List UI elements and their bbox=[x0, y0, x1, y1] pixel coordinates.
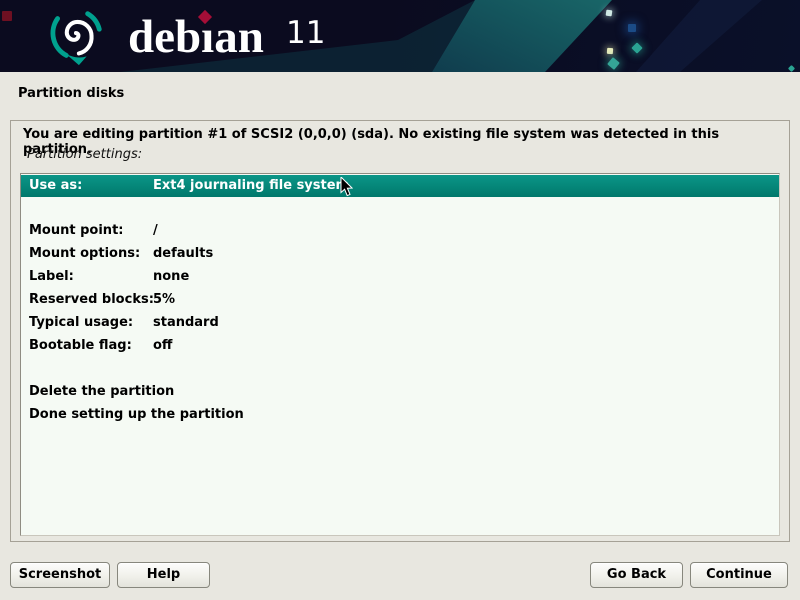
list-item-label: Mount options: bbox=[21, 243, 153, 265]
list-item-use-as[interactable]: Use as:Ext4 journaling file system bbox=[21, 175, 779, 197]
list-item-value: off bbox=[153, 335, 172, 357]
debian-swirl-icon bbox=[44, 4, 108, 68]
banner: debıan 11 bbox=[0, 0, 800, 72]
brand-wordmark: debıan bbox=[128, 8, 264, 68]
list-item-label: Done setting up the partition bbox=[21, 404, 244, 426]
banner-decor-diamond-teal bbox=[631, 42, 642, 53]
list-item-label: Label: bbox=[21, 266, 153, 288]
content-panel: You are editing partition #1 of SCSI2 (0… bbox=[10, 120, 790, 542]
banner-decor-dot-teal bbox=[788, 65, 795, 72]
list-item-done-setting-up[interactable]: Done setting up the partition bbox=[21, 404, 779, 427]
list-item-value: 5% bbox=[153, 289, 175, 311]
list-item-value: none bbox=[153, 266, 189, 288]
list-item-label-setting[interactable]: Label:none bbox=[21, 266, 779, 289]
list-item-label: Delete the partition bbox=[21, 381, 174, 403]
list-item-mount-options[interactable]: Mount options:defaults bbox=[21, 243, 779, 266]
help-button[interactable]: Help bbox=[117, 562, 210, 588]
list-item-label: Use as: bbox=[21, 175, 153, 196]
list-item-typical-usage[interactable]: Typical usage:standard bbox=[21, 312, 779, 335]
banner-decor-square-blue bbox=[628, 24, 636, 32]
list-spacer bbox=[21, 358, 779, 381]
list-item-delete-partition[interactable]: Delete the partition bbox=[21, 381, 779, 404]
list-item-reserved-blocks[interactable]: Reserved blocks:5% bbox=[21, 289, 779, 312]
list-item-mount-point[interactable]: Mount point:/ bbox=[21, 220, 779, 243]
list-item-value: Ext4 journaling file system bbox=[153, 175, 349, 196]
list-item-value: / bbox=[153, 220, 158, 242]
brand-version: 11 bbox=[286, 17, 325, 49]
banner-decor-square-red bbox=[2, 11, 12, 21]
banner-decor-square-white bbox=[606, 10, 613, 17]
banner-decor-square-yellow bbox=[607, 48, 613, 54]
list-item-label: Mount point: bbox=[21, 220, 153, 242]
page-title: Partition disks bbox=[18, 86, 124, 101]
installer-window: debıan 11 Partition disks You are editin… bbox=[0, 0, 800, 600]
go-back-button[interactable]: Go Back bbox=[590, 562, 683, 588]
list-item-value: defaults bbox=[153, 243, 213, 265]
screenshot-button[interactable]: Screenshot bbox=[10, 562, 110, 588]
banner-decor-square-teal bbox=[607, 57, 620, 70]
list-item-label: Typical usage: bbox=[21, 312, 153, 334]
partition-settings-list: Use as:Ext4 journaling file system Mount… bbox=[20, 173, 780, 536]
list-item-value: standard bbox=[153, 312, 219, 334]
list-spacer bbox=[21, 197, 779, 220]
mouse-cursor-icon bbox=[340, 177, 353, 197]
info-subheading: Partition settings: bbox=[27, 147, 142, 162]
list-item-label: Bootable flag: bbox=[21, 335, 153, 357]
list-item-label: Reserved blocks: bbox=[21, 289, 153, 311]
list-item-bootable-flag[interactable]: Bootable flag:off bbox=[21, 335, 779, 358]
continue-button[interactable]: Continue bbox=[690, 562, 788, 588]
